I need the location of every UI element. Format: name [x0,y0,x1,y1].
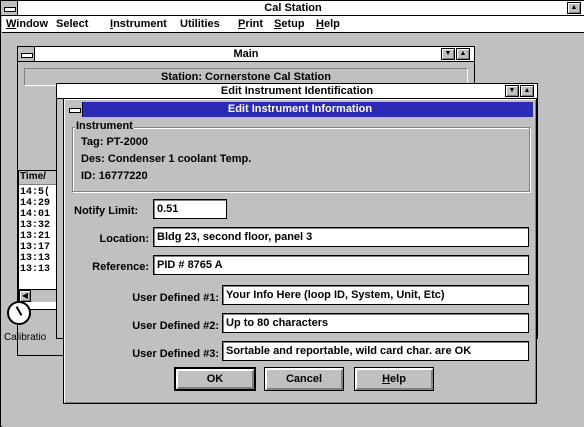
user-defined-1-input[interactable]: Your Info Here (loop ID, System, Unit, E… [222,285,529,305]
list-item[interactable]: 14:29 [20,198,50,209]
dialog-title: Edit Instrument Information [227,103,373,115]
instrument-groupbox: Tag: PT-2000 Des: Condenser 1 coolant Te… [72,127,530,192]
help-button[interactable]: Help [354,367,434,391]
identification-title: Edit Instrument Identification [220,85,374,97]
user-defined-2-input[interactable]: Up to 80 characters [222,313,529,333]
list-item[interactable]: 14:01 [20,209,50,220]
instrument-tag: Tag: PT-2000 [81,136,149,148]
location-label: Location: [99,233,150,245]
notify-limit-label: Notify Limit: [74,205,139,217]
restore-icon[interactable]: ▲ [567,2,581,14]
main-minimize-icon[interactable]: ▼ [441,48,455,60]
menu-window[interactable]: Window [6,18,48,30]
menu-instrument[interactable]: Instrument [110,18,167,30]
menu-print[interactable]: Print [238,18,263,30]
reference-label: Reference: [92,261,149,273]
identification-titlebar[interactable]: Edit Instrument Identification ▼ ▲ [57,84,537,99]
dialog-titlebar[interactable]: Edit Instrument Information [67,102,533,117]
list-item[interactable]: 13:17 [20,242,50,253]
app-titlebar[interactable]: Cal Station ▲ [1,1,584,16]
instrument-legend: Instrument [75,120,134,132]
list-item[interactable]: 13:32 [20,220,50,231]
ident-minimize-icon[interactable]: ▼ [505,85,519,97]
app-window: Cal Station ▲ Window Select Instrument U… [0,0,584,427]
dialog-system-menu-icon[interactable] [67,102,83,117]
instrument-group: Tag: PT-2000 Des: Condenser 1 coolant Te… [72,120,530,192]
user-defined-2-label: User Defined #2: [132,320,219,332]
instrument-description: Des: Condenser 1 coolant Temp. [81,153,252,165]
reference-input[interactable]: PID # 8765 A [153,255,529,275]
menu-bar: Window Select Instrument Utilities Print… [2,16,584,33]
list-item[interactable]: 13:21 [20,231,50,242]
edit-instrument-dialog: Edit Instrument Information Tag: PT-2000… [63,98,537,404]
main-titlebar[interactable]: Main ▼ ▲ [18,47,474,62]
main-maximize-icon[interactable]: ▲ [456,48,470,60]
cancel-button[interactable]: Cancel [264,367,344,391]
list-item[interactable]: 13:13 [20,253,50,264]
user-defined-3-input[interactable]: Sortable and reportable, wild card char.… [222,341,529,361]
menu-help[interactable]: Help [316,18,340,30]
calibration-icon-label[interactable]: Calibratio [4,332,46,343]
ident-maximize-icon[interactable]: ▲ [520,85,534,97]
list-item[interactable]: 13:13 [20,264,50,275]
system-menu-icon[interactable] [1,1,18,15]
user-defined-3-label: User Defined #3: [132,348,219,360]
user-defined-1-label: User Defined #1: [132,292,219,304]
list-times: 14:5( 14:29 14:01 13:32 13:21 13:17 13:1… [20,187,50,275]
notify-limit-input[interactable]: 0.51 [153,199,227,219]
main-title: Main [233,48,259,60]
menu-select[interactable]: Select [56,18,88,30]
location-input[interactable]: Bldg 23, second floor, panel 3 [153,227,529,247]
list-item[interactable]: 14:5( [20,187,50,198]
main-system-menu-icon[interactable] [18,47,35,61]
menu-setup[interactable]: Setup [274,18,305,30]
menu-utilities[interactable]: Utilities [180,18,220,30]
ok-button[interactable]: OK [174,367,256,391]
app-title: Cal Station [264,2,322,14]
instrument-id: ID: 16777220 [81,170,148,182]
